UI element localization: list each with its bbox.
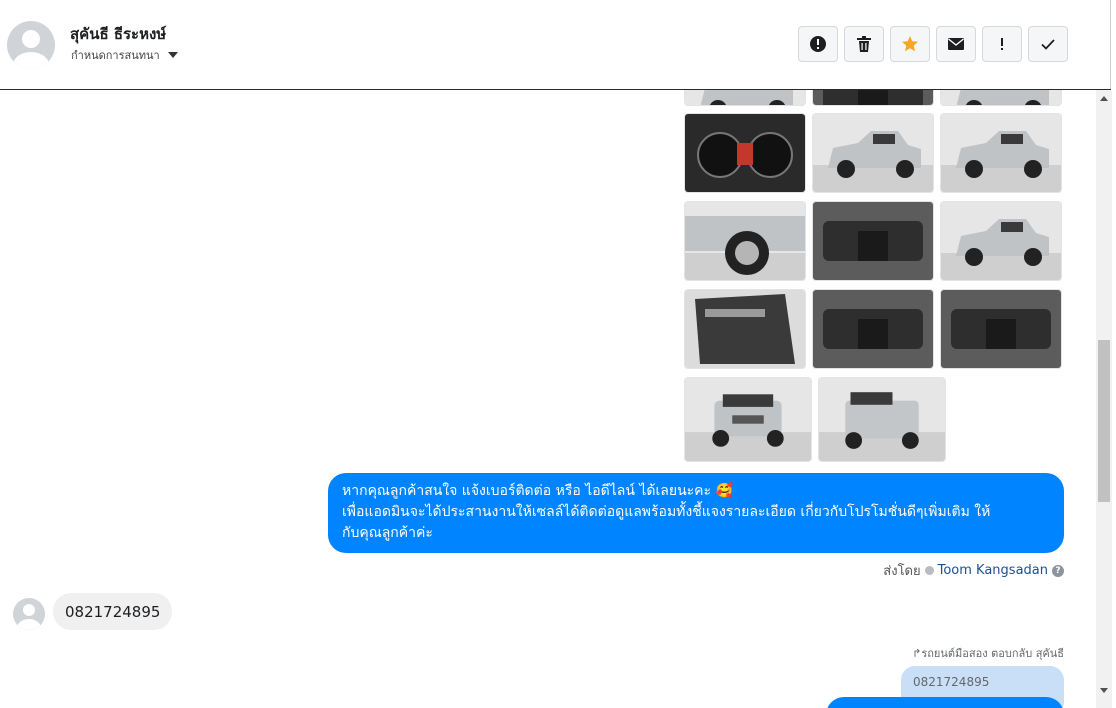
star-icon	[902, 36, 918, 52]
arrow-up-icon	[1100, 95, 1108, 101]
action-toolbar	[798, 26, 1068, 62]
photo-thumbnail[interactable]	[812, 289, 934, 369]
photo-image	[813, 290, 933, 368]
photo-image	[685, 290, 805, 368]
photo-thumbnail[interactable]	[812, 201, 934, 281]
photo-image	[685, 202, 805, 280]
photo-thumbnail[interactable]	[812, 90, 934, 106]
photo-image	[685, 114, 805, 192]
done-button[interactable]	[1028, 26, 1068, 62]
conversation-header: สุคันธี ธีระหงษ์ กำหนดการสนทนา	[0, 0, 1111, 90]
photo-thumbnail[interactable]	[684, 377, 812, 462]
assign-label: กำหนดการสนทนา	[71, 49, 160, 62]
photo-image	[941, 114, 1061, 192]
photo-image	[685, 90, 805, 105]
verified-icon	[924, 566, 934, 575]
avatar-body	[17, 619, 41, 630]
customer-avatar[interactable]	[13, 598, 45, 630]
outgoing-message-partial[interactable]	[826, 697, 1064, 708]
photo-thumbnail[interactable]	[940, 289, 1062, 369]
photo-thumbnail[interactable]	[684, 113, 806, 193]
caret-down-icon	[167, 52, 178, 58]
incoming-message[interactable]: 0821724895	[53, 593, 173, 630]
photo-thumbnail[interactable]	[684, 201, 806, 281]
exclamation-icon	[1001, 38, 1003, 50]
sent-by-label: ส่งโดย	[883, 564, 921, 579]
check-icon	[1041, 39, 1055, 50]
envelope-icon	[948, 38, 964, 50]
trash-icon	[857, 36, 871, 52]
delete-button[interactable]	[844, 26, 884, 62]
mark-unread-button[interactable]	[936, 26, 976, 62]
photo-image	[813, 114, 933, 192]
photo-thumbnail[interactable]	[940, 201, 1062, 281]
contact-avatar[interactable]	[7, 21, 55, 69]
outgoing-message[interactable]: หากคุณลูกค้าสนใจ แจ้งเบอร์ติดต่อ หรือ ไอ…	[328, 473, 1064, 553]
message-thread: หากคุณลูกค้าสนใจ แจ้งเบอร์ติดต่อ หรือ ไอ…	[0, 90, 1096, 708]
photo-image	[685, 378, 811, 461]
photo-image	[941, 290, 1061, 368]
avatar-head	[23, 604, 35, 616]
message-line: กับคุณลูกค้าค่ะ	[342, 525, 433, 541]
reply-arrow-icon: ↱	[912, 647, 922, 660]
photo-thumbnail[interactable]	[812, 113, 934, 193]
message-line: หากคุณลูกค้าสนใจ แจ้งเบอร์ติดต่อ หรือ ไอ…	[342, 483, 733, 499]
photo-image	[941, 202, 1061, 280]
star-button[interactable]	[890, 26, 930, 62]
spam-button[interactable]	[798, 26, 838, 62]
contact-name[interactable]: สุคันธี ธีระหงษ์	[70, 22, 166, 46]
alert-circle-icon	[810, 36, 826, 52]
photo-image	[813, 202, 933, 280]
sent-by-info: ส่งโดย Toom Kangsadan ?	[883, 560, 1064, 581]
assign-conversation-dropdown[interactable]: กำหนดการสนทนา	[71, 46, 178, 64]
photo-thumbnail[interactable]	[818, 377, 946, 462]
help-icon[interactable]: ?	[1052, 564, 1064, 577]
photo-thumbnail[interactable]	[940, 90, 1062, 106]
photo-image	[813, 90, 933, 105]
avatar-head	[22, 30, 40, 48]
sender-name[interactable]: Toom Kangsadan	[938, 563, 1048, 578]
photo-thumbnail[interactable]	[940, 113, 1062, 193]
photo-thumbnail[interactable]	[684, 90, 806, 106]
scroll-up-button[interactable]	[1096, 90, 1112, 106]
scroll-down-button[interactable]	[1096, 682, 1112, 698]
photo-image	[819, 378, 945, 461]
reply-note: ↱รถยนต์มือสอง ตอบกลับ สุคันธี	[912, 644, 1064, 662]
photo-thumbnail[interactable]	[684, 289, 806, 369]
avatar-body	[13, 52, 49, 69]
message-line: เพื่อแอดมินจะได้ประสานงานให้เซลล์ได้ติดต…	[342, 504, 991, 520]
reply-note-text: รถยนต์มือสอง ตอบกลับ สุคันธี	[921, 647, 1064, 660]
header-edge	[1110, 0, 1111, 89]
arrow-down-icon	[1100, 687, 1108, 693]
scrollbar-thumb[interactable]	[1098, 340, 1110, 502]
important-button[interactable]	[982, 26, 1022, 62]
photo-image	[941, 90, 1061, 105]
